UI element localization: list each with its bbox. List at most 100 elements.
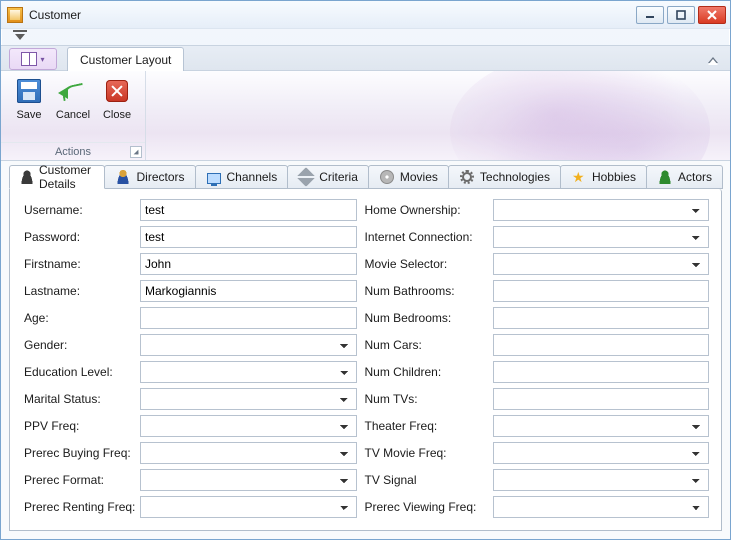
tab-label: Hobbies — [592, 170, 636, 184]
chevron-up-icon — [708, 57, 718, 63]
detail-tabstrip: Customer Details Directors Channels Criteri… — [9, 165, 722, 189]
close-button[interactable]: Close — [95, 75, 139, 123]
gender-select[interactable] — [140, 334, 357, 356]
tab-technologies[interactable]: Technologies — [448, 165, 561, 189]
close-icon — [106, 80, 128, 102]
prerec-viewing-freq-label: Prerec Viewing Freq: — [365, 496, 485, 518]
tv-movie-freq-select[interactable] — [493, 442, 710, 464]
titlebar: Customer — [1, 1, 730, 29]
lastname-input[interactable] — [140, 280, 357, 302]
customer-details-page: Username:Home Ownership:Password:Interne… — [9, 189, 722, 531]
movie-selector-select[interactable] — [493, 253, 710, 275]
tv-movie-freq-label: TV Movie Freq: — [365, 442, 485, 464]
tab-customer-details[interactable]: Customer Details — [9, 165, 105, 189]
director-icon — [116, 170, 130, 184]
tab-directors[interactable]: Directors — [104, 165, 195, 189]
prerec-viewing-freq-select[interactable] — [493, 496, 710, 518]
num-children-input[interactable] — [493, 361, 710, 383]
wrench-icon — [296, 167, 316, 187]
book-icon — [21, 52, 37, 66]
window-controls — [636, 6, 726, 24]
internet-connection-label: Internet Connection: — [365, 226, 485, 248]
save-icon — [17, 79, 41, 103]
window-title: Customer — [29, 8, 81, 22]
tab-label: Technologies — [480, 170, 550, 184]
tab-channels[interactable]: Channels — [195, 165, 289, 189]
dvd-icon — [380, 170, 394, 184]
prerec-renting-freq-label: Prerec Renting Freq: — [24, 496, 132, 518]
quick-access-dropdown-icon[interactable] — [15, 34, 25, 40]
tab-movies[interactable]: Movies — [368, 165, 449, 189]
prerec-renting-freq-select[interactable] — [140, 496, 357, 518]
close-label: Close — [103, 109, 131, 121]
ribbon-tab-label: Customer Layout — [80, 53, 171, 67]
ribbon-tabstrip: ▾ Customer Layout — [1, 45, 730, 71]
tab-label: Movies — [400, 170, 438, 184]
lastname-label: Lastname: — [24, 280, 132, 302]
ribbon-group-actions: Save Cancel Close Actions — [1, 71, 146, 160]
tv-signal-label: TV Signal — [365, 469, 485, 491]
view-layout-button[interactable]: ▾ — [9, 48, 57, 70]
star-icon: ★ — [572, 170, 586, 184]
gender-label: Gender: — [24, 334, 132, 356]
theater-freq-label: Theater Freq: — [365, 415, 485, 437]
prerec-buying-freq-select[interactable] — [140, 442, 357, 464]
maximize-button[interactable] — [667, 6, 695, 24]
window-root: Customer ▾ Customer Layout — [0, 0, 731, 540]
num-children-label: Num Children: — [365, 361, 485, 383]
prerec-format-select[interactable] — [140, 469, 357, 491]
username-input[interactable] — [140, 199, 357, 221]
ribbon-collapse-button[interactable] — [706, 53, 720, 67]
movie-selector-label: Movie Selector: — [365, 253, 485, 275]
theater-freq-select[interactable] — [493, 415, 710, 437]
prerec-buying-freq-label: Prerec Buying Freq: — [24, 442, 132, 464]
ppv-freq-label: PPV Freq: — [24, 415, 132, 437]
cancel-label: Cancel — [56, 109, 90, 121]
tab-criteria[interactable]: Criteria — [287, 165, 369, 189]
tab-label: Channels — [227, 170, 278, 184]
education-level-label: Education Level: — [24, 361, 132, 383]
num-cars-input[interactable] — [493, 334, 710, 356]
age-input[interactable] — [140, 307, 357, 329]
tab-label: Customer Details — [39, 163, 94, 191]
minimize-button[interactable] — [636, 6, 664, 24]
home-ownership-label: Home Ownership: — [365, 199, 485, 221]
tab-hobbies[interactable]: ★ Hobbies — [560, 165, 647, 189]
quick-access-row — [1, 29, 730, 45]
ppv-freq-select[interactable] — [140, 415, 357, 437]
num-bathrooms-input[interactable] — [493, 280, 710, 302]
tv-icon — [207, 173, 221, 184]
education-level-select[interactable] — [140, 361, 357, 383]
num-tvs-input[interactable] — [493, 388, 710, 410]
ribbon-tab-customer-layout[interactable]: Customer Layout — [67, 47, 184, 71]
num-tvs-label: Num TVs: — [365, 388, 485, 410]
tv-signal-select[interactable] — [493, 469, 710, 491]
marital-status-select[interactable] — [140, 388, 357, 410]
tab-label: Criteria — [319, 170, 358, 184]
person-icon — [20, 170, 34, 184]
firstname-label: Firstname: — [24, 253, 132, 275]
home-ownership-select[interactable] — [493, 199, 710, 221]
password-input[interactable] — [140, 226, 357, 248]
ribbon-group-caption: Actions — [1, 142, 145, 160]
save-button[interactable]: Save — [7, 75, 51, 123]
num-bathrooms-label: Num Bathrooms: — [365, 280, 485, 302]
tab-actors[interactable]: Actors — [646, 165, 723, 189]
username-label: Username: — [24, 199, 132, 221]
age-label: Age: — [24, 307, 132, 329]
save-label: Save — [16, 109, 41, 121]
num-bedrooms-input[interactable] — [493, 307, 710, 329]
tab-label: Directors — [136, 170, 184, 184]
internet-connection-select[interactable] — [493, 226, 710, 248]
marital-status-label: Marital Status: — [24, 388, 132, 410]
close-window-button[interactable] — [698, 6, 726, 24]
person-icon — [658, 170, 672, 184]
gear-icon — [460, 170, 474, 184]
content-area: Customer Details Directors Channels Criteri… — [1, 161, 730, 539]
firstname-input[interactable] — [140, 253, 357, 275]
cancel-button[interactable]: Cancel — [51, 75, 95, 123]
group-launcher-button[interactable] — [130, 146, 142, 158]
undo-arrow-icon — [60, 81, 86, 101]
tab-label: Actors — [678, 170, 712, 184]
num-bedrooms-label: Num Bedrooms: — [365, 307, 485, 329]
